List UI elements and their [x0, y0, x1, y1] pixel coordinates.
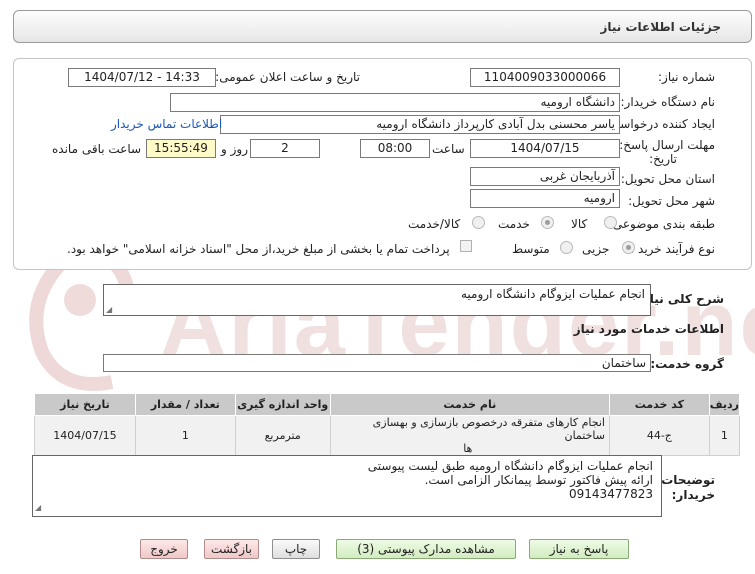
- category-option-both-label: کالا/خدمت: [408, 217, 461, 231]
- col-header-date: تاریخ نیاز: [34, 393, 136, 416]
- reply-button[interactable]: پاسخ به نیاز: [529, 539, 629, 559]
- treasury-payment-checkbox[interactable]: [460, 240, 472, 252]
- process-option-medium-radio[interactable]: [560, 241, 573, 254]
- cell-name-line2: ها: [463, 442, 473, 455]
- treasury-payment-note: پرداخت تمام یا بخشی از مبلغ خرید،از محل …: [67, 242, 450, 256]
- category-option-goods-label: کالا: [571, 217, 588, 231]
- process-type-label: نوع فرآیند خرید :: [630, 242, 715, 256]
- services-table-header: ردیف کد خدمت نام خدمت واحد اندازه گیری ت…: [34, 393, 741, 416]
- buyer-notes-line-1: انجام عملیات ایزوگام دانشگاه ارومیه طبق …: [367, 459, 653, 473]
- need-number-field: 1104009033000066: [470, 68, 620, 87]
- category-option-service-radio[interactable]: [541, 216, 554, 229]
- resize-handle-icon[interactable]: ◢: [35, 501, 41, 515]
- time-remaining-field: 15:55:49: [146, 139, 216, 158]
- cell-name: انجام کارهای متفرقه درخصوص بازسازی و بهس…: [329, 415, 610, 456]
- exit-button[interactable]: خروج: [140, 539, 188, 559]
- category-label: طبقه بندی موضوعی:: [608, 217, 715, 231]
- creator-field: یاسر محسنی بدل آبادی کارپرداز دانشگاه ار…: [220, 115, 620, 134]
- deadline-time-label: ساعت: [432, 142, 465, 156]
- table-row: 1 ج-44 انجام کارهای متفرقه درخصوص بازساز…: [34, 415, 741, 456]
- col-header-unit: واحد اندازه گیری: [234, 393, 331, 416]
- description-text: انجام عملیات ایزوگام دانشگاه ارومیه: [461, 287, 645, 301]
- print-button[interactable]: چاپ: [272, 539, 320, 559]
- process-option-minor-label: جزیی: [582, 242, 610, 256]
- announce-date-field: 1404/07/12 - 14:33: [68, 68, 216, 87]
- buyer-contact-link[interactable]: اطلاعات تماس خریدار: [111, 117, 222, 131]
- need-number-label: شماره نیاز:: [658, 70, 715, 84]
- back-button[interactable]: بازگشت: [204, 539, 259, 559]
- city-field: ارومیه: [470, 189, 620, 208]
- col-header-index: ردیف: [708, 393, 741, 416]
- announce-date-label: تاریخ و ساعت اعلان عمومی:: [215, 70, 360, 84]
- col-header-name: نام خدمت: [329, 393, 610, 416]
- buyer-org-label: نام دستگاه خریدار:: [620, 95, 716, 109]
- services-section-title: اطلاعات خدمات مورد نیاز: [573, 322, 724, 336]
- category-option-both-radio[interactable]: [472, 216, 485, 229]
- buyer-notes-label-2: خریدار:: [671, 488, 715, 502]
- process-option-minor-radio[interactable]: [622, 241, 635, 254]
- buyer-notes-line-3: 09143477823: [569, 487, 653, 501]
- time-remaining-label: ساعت باقی مانده: [52, 142, 142, 156]
- deadline-date-field: 1404/07/15: [470, 139, 620, 158]
- attachments-button[interactable]: مشاهده مدارک پیوستی (3): [336, 539, 516, 559]
- buyer-org-field: دانشگاه ارومیه: [170, 93, 620, 112]
- cell-index: 1: [708, 415, 741, 456]
- col-header-quantity: تعداد / مقدار: [134, 393, 236, 416]
- service-group-label: گروه خدمت:: [650, 357, 724, 371]
- deadline-label: مهلت ارسال پاسخ: تا: [608, 138, 715, 152]
- creator-label: ایجاد کننده درخواست:: [604, 117, 715, 131]
- cell-code: ج-44: [608, 415, 710, 456]
- city-label: شهر محل تحویل:: [628, 194, 715, 208]
- province-label: استان محل تحویل:: [620, 172, 715, 186]
- services-table: ردیف کد خدمت نام خدمت واحد اندازه گیری ت…: [34, 393, 741, 456]
- cell-date: 1404/07/15: [34, 415, 136, 456]
- days-remaining-field: 2: [250, 139, 320, 158]
- cell-quantity: 1: [134, 415, 236, 456]
- description-textarea[interactable]: انجام عملیات ایزوگام دانشگاه ارومیه ◢: [103, 284, 651, 316]
- days-label: روز و: [221, 142, 248, 156]
- buyer-notes-textarea[interactable]: انجام عملیات ایزوگام دانشگاه ارومیه طبق …: [32, 455, 662, 517]
- cell-unit: مترمربع: [234, 415, 331, 456]
- page-header: جزئیات اطلاعات نیاز: [13, 10, 752, 43]
- deadline-time-field: 08:00: [360, 139, 430, 158]
- process-option-medium-label: متوسط: [512, 242, 550, 256]
- category-option-goods-radio[interactable]: [604, 216, 617, 229]
- need-details-panel: [13, 58, 752, 270]
- col-header-code: کد خدمت: [608, 393, 710, 416]
- category-option-service-label: خدمت: [498, 217, 530, 231]
- buyer-notes-line-2: ارائه پیش فاکتور توسط پیمانکار الزامی اس…: [424, 473, 653, 487]
- province-field: آذربایجان غربی: [470, 167, 620, 186]
- buyer-notes-label-1: توضیحات: [661, 473, 715, 487]
- service-group-field: ساختمان: [103, 354, 651, 372]
- cell-name-line1: انجام کارهای متفرقه درخصوص بازسازی و بهس…: [372, 416, 605, 442]
- resize-handle-icon[interactable]: ◢: [106, 305, 112, 314]
- page-title: جزئیات اطلاعات نیاز: [600, 20, 721, 34]
- deadline-date-label: تاریخ:: [649, 152, 677, 166]
